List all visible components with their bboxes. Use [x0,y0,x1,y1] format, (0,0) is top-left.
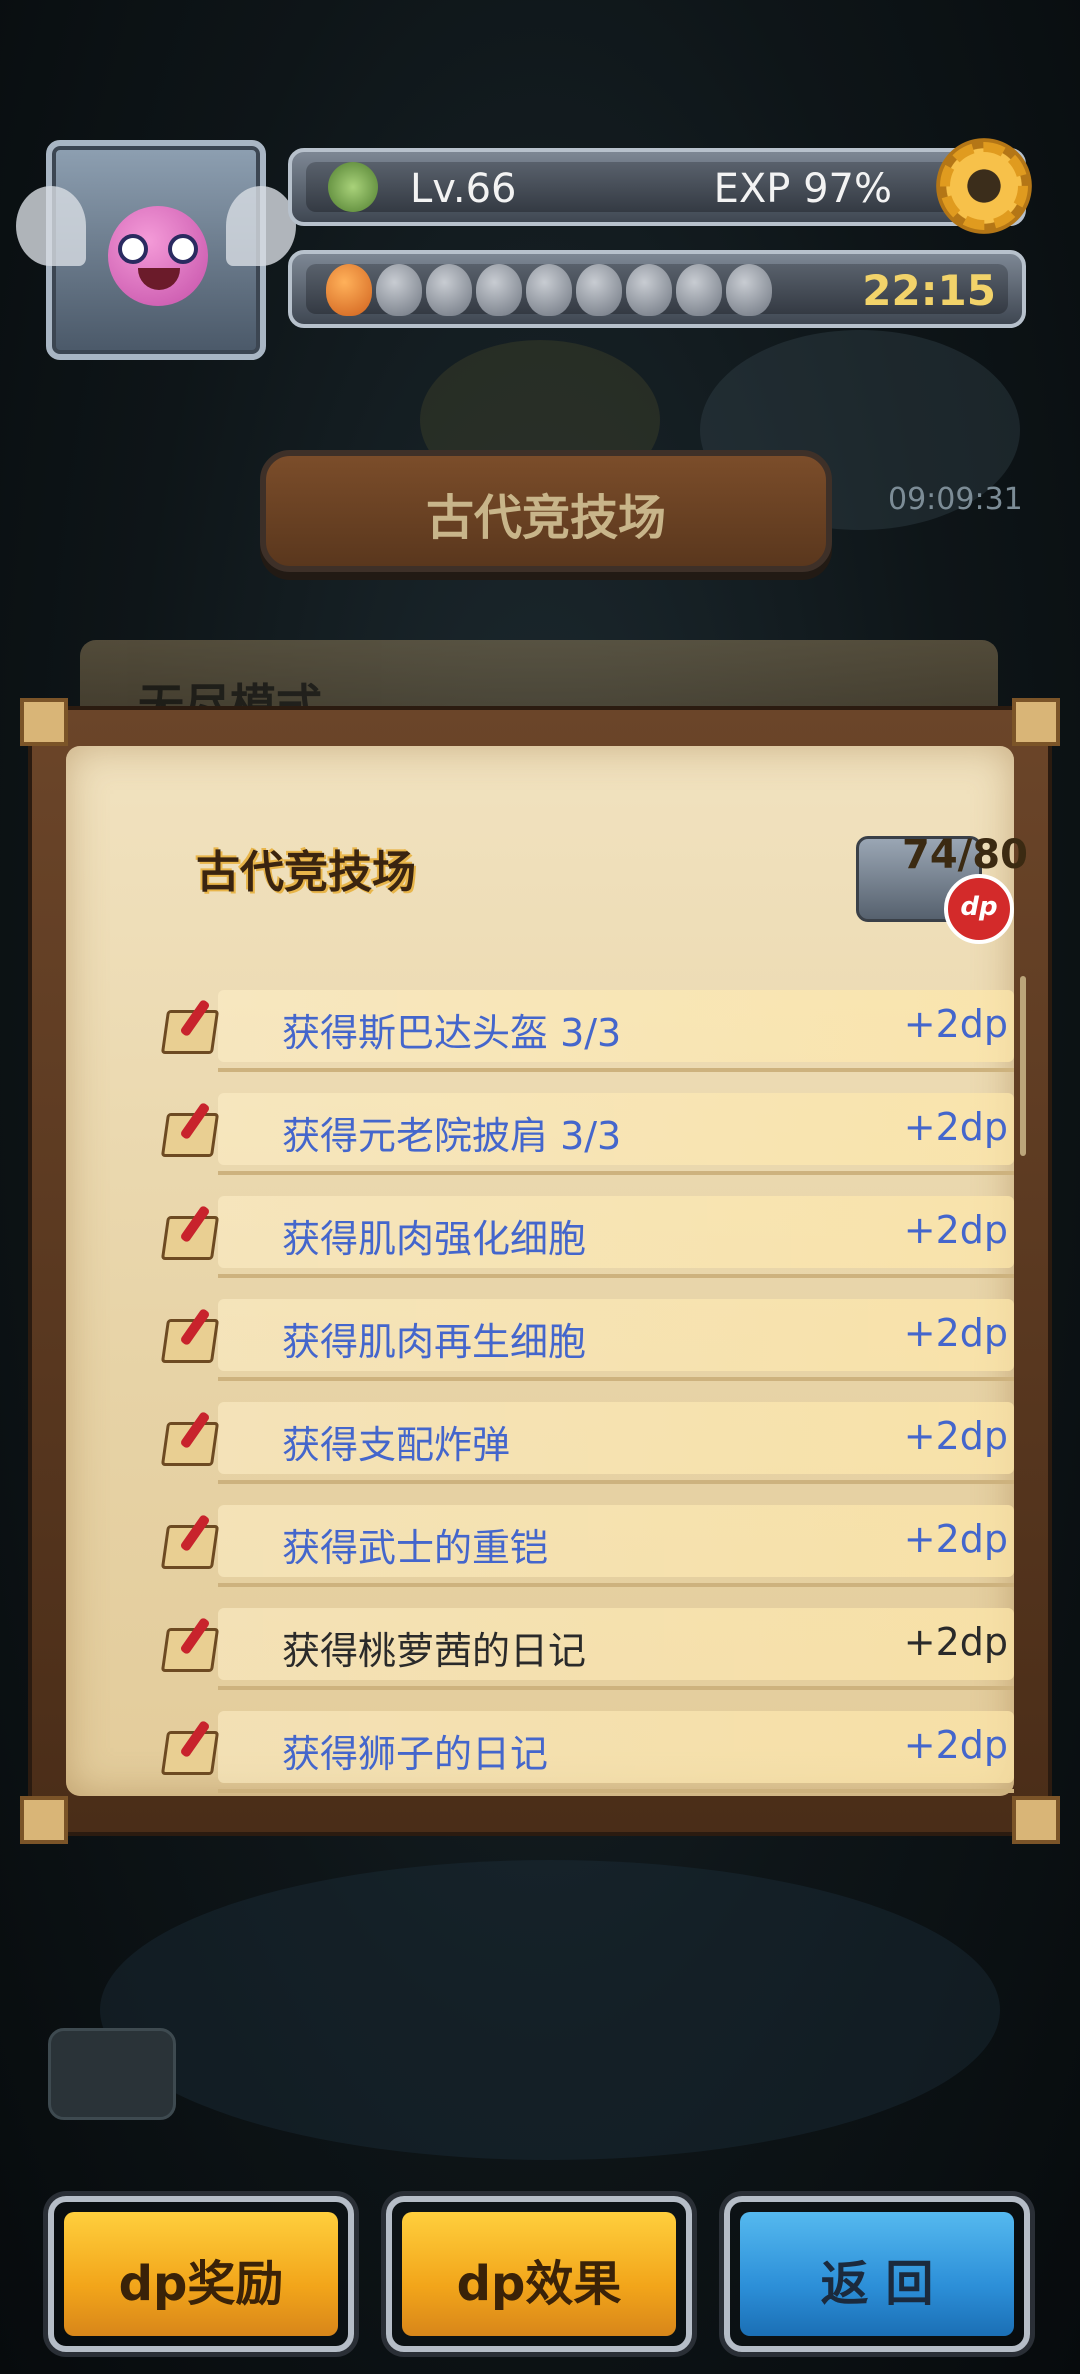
scrollbar[interactable] [1020,976,1026,1156]
dp-effect-label: dp效果 [456,2256,622,2312]
level-bar: Lv.66 EXP 97% [288,138,1032,234]
row-divider [218,1583,1014,1587]
list-item[interactable]: 获得肌肉再生细胞 +2dp [154,1285,1014,1387]
carrot-icon [326,264,372,316]
list-item[interactable]: 获得武士的重铠 +2dp [154,1491,1014,1593]
seed-icon [376,264,422,316]
row-divider [218,1377,1014,1381]
scroll-quill-icon [158,1204,220,1262]
settings-gear-icon[interactable] [936,138,1032,234]
list-item[interactable]: 获得狮子的日记 +2dp [154,1697,1014,1799]
seed-icon [476,264,522,316]
item-points: +2dp [903,1311,1008,1355]
dp-badge-icon: dp [944,874,1014,944]
eye-icon [118,234,148,264]
back-button[interactable]: 返 回 [724,2196,1030,2352]
background-title-plank: 古代竞技场 [260,450,832,572]
panel-corner [1012,698,1060,746]
panel-corner [20,698,68,746]
seed-icon [426,264,472,316]
list-item[interactable]: 获得斯巴达头盔 3/3 +2dp [154,976,1014,1078]
list-item[interactable]: 获得肌肉强化细胞 +2dp [154,1182,1014,1284]
back-label: 返 回 [820,2256,934,2312]
item-points: +2dp [903,1105,1008,1149]
level-text: Lv.66 [410,166,517,212]
scroll-quill-icon [158,1616,220,1674]
panel-paper: 古代竞技场 74/80 dp 获得斯巴达头盔 3/3 +2dp 获得元老院披肩 3/… [66,746,1028,1796]
dp-reward-label: dp奖励 [118,2256,284,2312]
achievement-list[interactable]: 获得斯巴达头盔 3/3 +2dp 获得元老院披肩 3/3 +2dp 获得肌肉强化细胞 +2… [154,976,1014,1800]
dp-chest: 74/80 dp [846,806,1028,944]
scroll-quill-icon [158,1719,220,1777]
eye-icon [168,234,198,264]
item-name: 获得狮子的日记 [282,1732,549,1776]
row-divider [218,1274,1014,1278]
item-name: 获得桃萝茜的日记 [282,1629,587,1673]
item-points: +2dp [903,1208,1008,1252]
scroll-quill-icon [158,1513,220,1571]
row-divider [218,1171,1014,1175]
row-divider [218,1068,1014,1072]
tree-icon [328,162,378,212]
seed-list [326,264,772,316]
item-name: 获得肌肉再生细胞 [282,1320,587,1364]
item-points: +2dp [903,1002,1008,1046]
scroll-quill-icon [158,998,220,1056]
seed-icon [526,264,572,316]
energy-timer: 22:15 [862,266,996,315]
item-points: +2dp [903,1414,1008,1458]
seed-icon [576,264,622,316]
player-avatar[interactable] [16,140,296,360]
item-points: +2dp [903,1620,1008,1664]
seed-icon [626,264,672,316]
background-title: 古代竞技场 [425,490,666,546]
scroll-quill-icon [158,1307,220,1365]
item-points: +2dp [903,1723,1008,1767]
exp-text: EXP 97% [713,166,892,212]
list-item[interactable]: 获得支配炸弹 +2dp [154,1388,1014,1490]
list-item[interactable]: 获得桃萝茜的日记 +2dp [154,1594,1014,1696]
seed-icon [676,264,722,316]
row-divider [218,1686,1014,1690]
panel-corner [1012,1796,1060,1844]
achievement-panel: 古代竞技场 74/80 dp 获得斯巴达头盔 3/3 +2dp 获得元老院披肩 3/… [20,698,1060,1844]
item-points: +2dp [903,1517,1008,1561]
radio-icon[interactable] [48,2028,176,2120]
item-name: 获得斯巴达头盔 3/3 [282,1011,622,1055]
item-name: 获得支配炸弹 [282,1423,511,1467]
item-name: 获得武士的重铠 [282,1526,549,1570]
monster-face-icon [108,206,208,306]
dp-progress: 74/80 [902,832,1028,878]
list-item[interactable]: 获得元老院披肩 3/3 +2dp [154,1079,1014,1181]
item-name: 获得肌肉强化细胞 [282,1217,587,1261]
energy-bar: 22:15 [288,250,1026,328]
scroll-quill-icon [158,1410,220,1468]
item-name: 获得元老院披肩 3/3 [282,1114,622,1158]
seed-icon [726,264,772,316]
wing-left-icon [16,186,86,266]
mouth-icon [138,268,180,290]
wing-right-icon [226,186,296,266]
dp-reward-button[interactable]: dp奖励 [48,2196,354,2352]
row-divider [218,1789,1014,1793]
dp-effect-button[interactable]: dp效果 [386,2196,692,2352]
panel-title: 古代竞技场 [196,847,416,898]
scroll-quill-icon [158,1101,220,1159]
panel-corner [20,1796,68,1844]
background-terrain [100,1860,1000,2160]
row-divider [218,1480,1014,1484]
background-timer: 09:09:31 [888,482,1023,517]
